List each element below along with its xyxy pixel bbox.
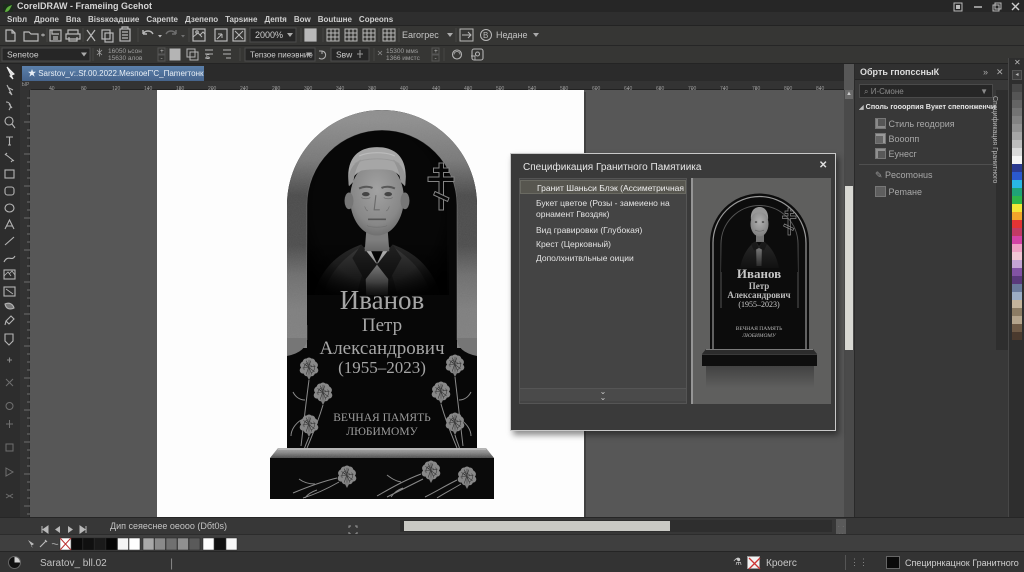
svg-text:Александрович: Александрович [727, 290, 790, 300]
svg-text:2000%: 2000% [255, 30, 283, 40]
svg-text:1366 имcтc: 1366 имcтc [386, 55, 421, 62]
svg-text:+: + [434, 48, 438, 55]
svg-text:ЛЮБИМОМУ: ЛЮБИМОМУ [741, 333, 777, 339]
svg-text:Sвw: Sвw [336, 50, 353, 60]
svg-text:Тепзое пиеэвние: Тепзое пиеэвние [250, 51, 313, 60]
svg-text:ВЕЧНАЯ ПАМЯТЬ: ВЕЧНАЯ ПАМЯТЬ [736, 326, 783, 332]
svg-text:Еаrогрес: Еаrогрес [402, 30, 439, 40]
svg-text:Sепеtое: Sепеtое [7, 50, 39, 60]
svg-text:ВЕЧНАЯ ПАМЯТЬ: ВЕЧНАЯ ПАМЯТЬ [333, 412, 431, 424]
svg-text:Петр: Петр [362, 315, 402, 336]
svg-text:Иванов: Иванов [737, 266, 781, 281]
svg-text:Александрович: Александрович [319, 338, 444, 359]
svg-text:Б: Б [206, 55, 210, 61]
svg-text:15300 ммs: 15300 ммs [386, 48, 419, 55]
svg-text:(1955–2023): (1955–2023) [738, 300, 780, 309]
svg-text:(1955–2023): (1955–2023) [338, 358, 426, 377]
svg-text:ЛЮБИМОМУ: ЛЮБИМОМУ [346, 426, 418, 438]
svg-text:15630 алов: 15630 алов [108, 55, 143, 62]
svg-text:Иванов: Иванов [340, 285, 425, 315]
svg-text:+: + [160, 48, 164, 55]
svg-text:-: - [161, 55, 163, 62]
svg-text:-: - [435, 55, 437, 62]
svg-text:16050 ьсон: 16050 ьсон [108, 48, 142, 55]
svg-text:Недане: Недане [496, 30, 528, 40]
svg-text:B: B [483, 31, 488, 40]
